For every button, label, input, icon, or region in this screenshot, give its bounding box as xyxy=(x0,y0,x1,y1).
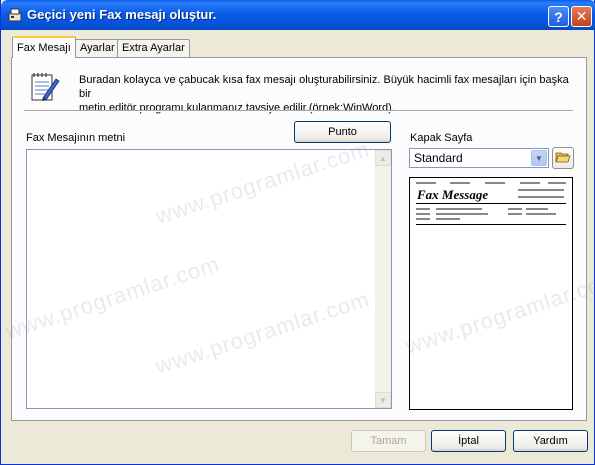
punto-button[interactable]: Punto xyxy=(294,121,391,143)
preview-detail xyxy=(526,213,556,215)
close-icon: ✕ xyxy=(575,8,588,24)
ok-button[interactable]: Tamam xyxy=(351,430,426,452)
cover-page-select[interactable]: Standard ▼ xyxy=(409,148,549,168)
open-folder-button[interactable] xyxy=(552,147,574,169)
message-text-label: Fax Mesajının metni xyxy=(26,132,126,144)
fax-app-icon xyxy=(7,7,23,23)
preview-rule xyxy=(416,203,566,204)
message-scrollbar[interactable]: ▲ ▼ xyxy=(375,150,391,408)
cancel-button-label: İptal xyxy=(458,435,479,447)
preview-title: Fax Message xyxy=(417,187,489,202)
preview-detail xyxy=(520,182,540,184)
close-title-button[interactable]: ✕ xyxy=(571,6,592,27)
preview-detail xyxy=(508,208,522,210)
preview-detail xyxy=(436,213,488,215)
fax-dialog-window: Geçici yeni Fax mesajı oluştur. ? ✕ Fax … xyxy=(0,0,595,465)
cover-page-preview: Fax Message xyxy=(409,177,573,410)
open-folder-icon xyxy=(555,150,571,167)
preview-detail xyxy=(416,182,436,184)
preview-detail xyxy=(436,208,482,210)
ok-button-label: Tamam xyxy=(370,435,407,447)
punto-button-label: Punto xyxy=(328,126,357,138)
help-button-label: Yardım xyxy=(533,435,568,447)
tab-settings[interactable]: Ayarlar xyxy=(75,39,120,57)
cover-page-label: Kapak Sayfa xyxy=(410,132,473,144)
tab-label: Ayarlar xyxy=(80,42,115,54)
scroll-up-icon[interactable]: ▲ xyxy=(375,150,391,166)
preview-detail xyxy=(526,208,548,210)
scroll-down-icon[interactable]: ▼ xyxy=(375,392,391,408)
question-icon: ? xyxy=(554,8,563,25)
divider xyxy=(24,110,573,112)
preview-detail xyxy=(436,218,460,220)
notepad-pen-icon xyxy=(29,71,61,103)
chevron-down-icon[interactable]: ▼ xyxy=(531,150,547,166)
tab-label: Extra Ayarlar xyxy=(122,42,185,54)
preview-detail xyxy=(485,182,505,184)
title-bar[interactable]: Geçici yeni Fax mesajı oluştur. ? ✕ xyxy=(1,0,595,30)
cancel-button[interactable]: İptal xyxy=(431,430,506,452)
info-description: Buradan kolayca ve çabucak kısa fax mesa… xyxy=(79,74,569,114)
preview-rule xyxy=(416,224,566,225)
preview-detail xyxy=(518,189,564,191)
tab-extra-settings[interactable]: Extra Ayarlar xyxy=(117,39,190,57)
preview-detail xyxy=(416,213,430,215)
window-title: Geçici yeni Fax mesajı oluştur. xyxy=(27,7,217,22)
preview-detail xyxy=(416,208,430,210)
tab-fax-message[interactable]: Fax Mesajı xyxy=(12,36,76,58)
preview-detail xyxy=(548,182,566,184)
help-title-button[interactable]: ? xyxy=(548,6,569,27)
preview-detail xyxy=(450,182,470,184)
preview-detail xyxy=(416,218,430,220)
fax-message-textarea[interactable]: ▲ ▼ xyxy=(26,149,392,409)
tab-label: Fax Mesajı xyxy=(17,42,71,54)
preview-detail xyxy=(518,196,564,198)
preview-detail xyxy=(508,213,522,215)
help-button[interactable]: Yardım xyxy=(513,430,588,452)
cover-page-selected: Standard xyxy=(414,151,463,165)
